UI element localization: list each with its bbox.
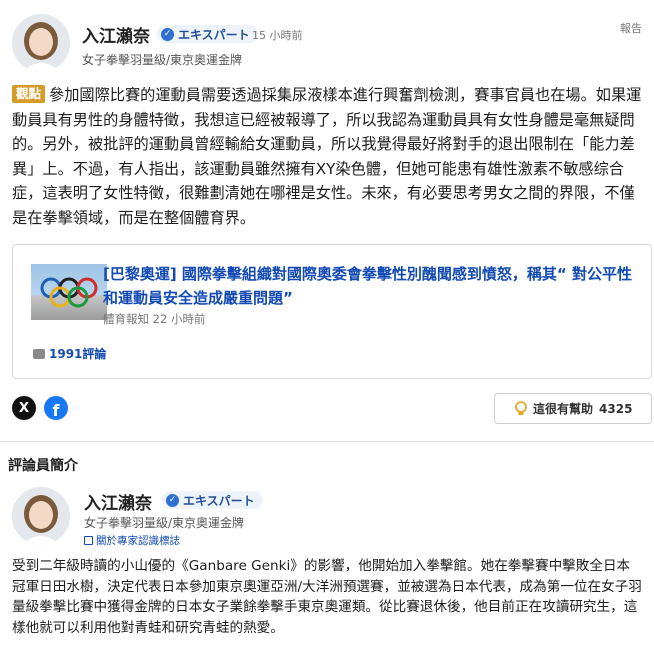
author-name[interactable]: 入江瀨奈 (82, 22, 150, 47)
info-icon (84, 536, 93, 545)
author-avatar[interactable] (12, 14, 70, 72)
author-header: 入江瀨奈 ✓ エキスパート 15 小時前 女子拳擊羽量級/東京奧運金牌 報告 (12, 14, 642, 72)
expert-badge: ✓ エキスパート (157, 25, 258, 43)
section-divider (0, 441, 654, 442)
profile-bio: 受到二年級時讀的小山優的《Ganbare Genki》的影響，他開始加入拳擊館。… (12, 558, 642, 636)
profile-badge-label: エキスパート (183, 493, 255, 508)
helpful-button[interactable]: 這很有幫助 4325 (494, 393, 652, 424)
comment-body: 觀點 參加國際比賽的運動員需要透過採集尿液樣本進行興奮劑檢測，賽事官員也在場。如果… (12, 83, 644, 230)
article-title[interactable]: [巴黎奧運] 國際拳擊組織對國際奧委會拳擊性別醜聞感到憤怒，稱其“ 對公平性和運… (103, 262, 643, 310)
profile-name[interactable]: 入江瀨奈 (84, 489, 152, 514)
article-comments-link[interactable]: 1991評論 (33, 345, 106, 362)
lightbulb-icon (515, 400, 527, 417)
profile-block: 入江瀨奈 ✓ エキスパート 女子拳擊羽量級/東京奧運金牌 關於專家認識標誌 (12, 487, 642, 549)
opinion-tag: 觀點 (12, 85, 46, 103)
comment-bubble-icon (33, 348, 45, 359)
expert-badge-label: エキスパート (178, 27, 250, 42)
author-role: 女子拳擊羽量級/東京奧運金牌 (82, 53, 243, 67)
comment-time: 15 小時前 (252, 29, 303, 42)
article-time: 22 小時前 (152, 312, 206, 326)
comment-text: 參加國際比賽的運動員需要透過採集尿液樣本進行興奮劑檢測，賽事官員也在場。如果運動… (12, 86, 642, 227)
expert-info-link[interactable]: 關於專家認識標誌 (84, 533, 180, 548)
article-card[interactable]: [巴黎奧運] 國際拳擊組織對國際奧委會拳擊性別醜聞感到憤怒，稱其“ 對公平性和運… (12, 244, 652, 379)
check-icon: ✓ (161, 27, 174, 41)
article-meta: 體育報知 22 小時前 (103, 311, 205, 327)
profile-section-title: 評論員簡介 (8, 458, 78, 474)
helpful-count: 4325 (599, 401, 633, 416)
profile-avatar[interactable] (12, 487, 70, 545)
facebook-icon: f (52, 401, 60, 420)
x-icon: X (18, 400, 30, 416)
share-facebook-button[interactable]: f (44, 396, 68, 420)
report-link[interactable]: 報告 (620, 20, 642, 36)
expert-info-label: 關於專家認識標誌 (96, 535, 180, 547)
profile-expert-badge: ✓ エキスパート (162, 491, 263, 509)
share-x-button[interactable]: X (12, 396, 36, 420)
article-thumbnail[interactable] (31, 264, 107, 320)
article-source: 體育報知 (103, 312, 149, 326)
article-comments-count: 1991評論 (49, 347, 107, 361)
check-icon: ✓ (166, 493, 179, 507)
helpful-label: 這很有幫助 (533, 402, 594, 416)
profile-role: 女子拳擊羽量級/東京奧運金牌 (84, 516, 245, 530)
